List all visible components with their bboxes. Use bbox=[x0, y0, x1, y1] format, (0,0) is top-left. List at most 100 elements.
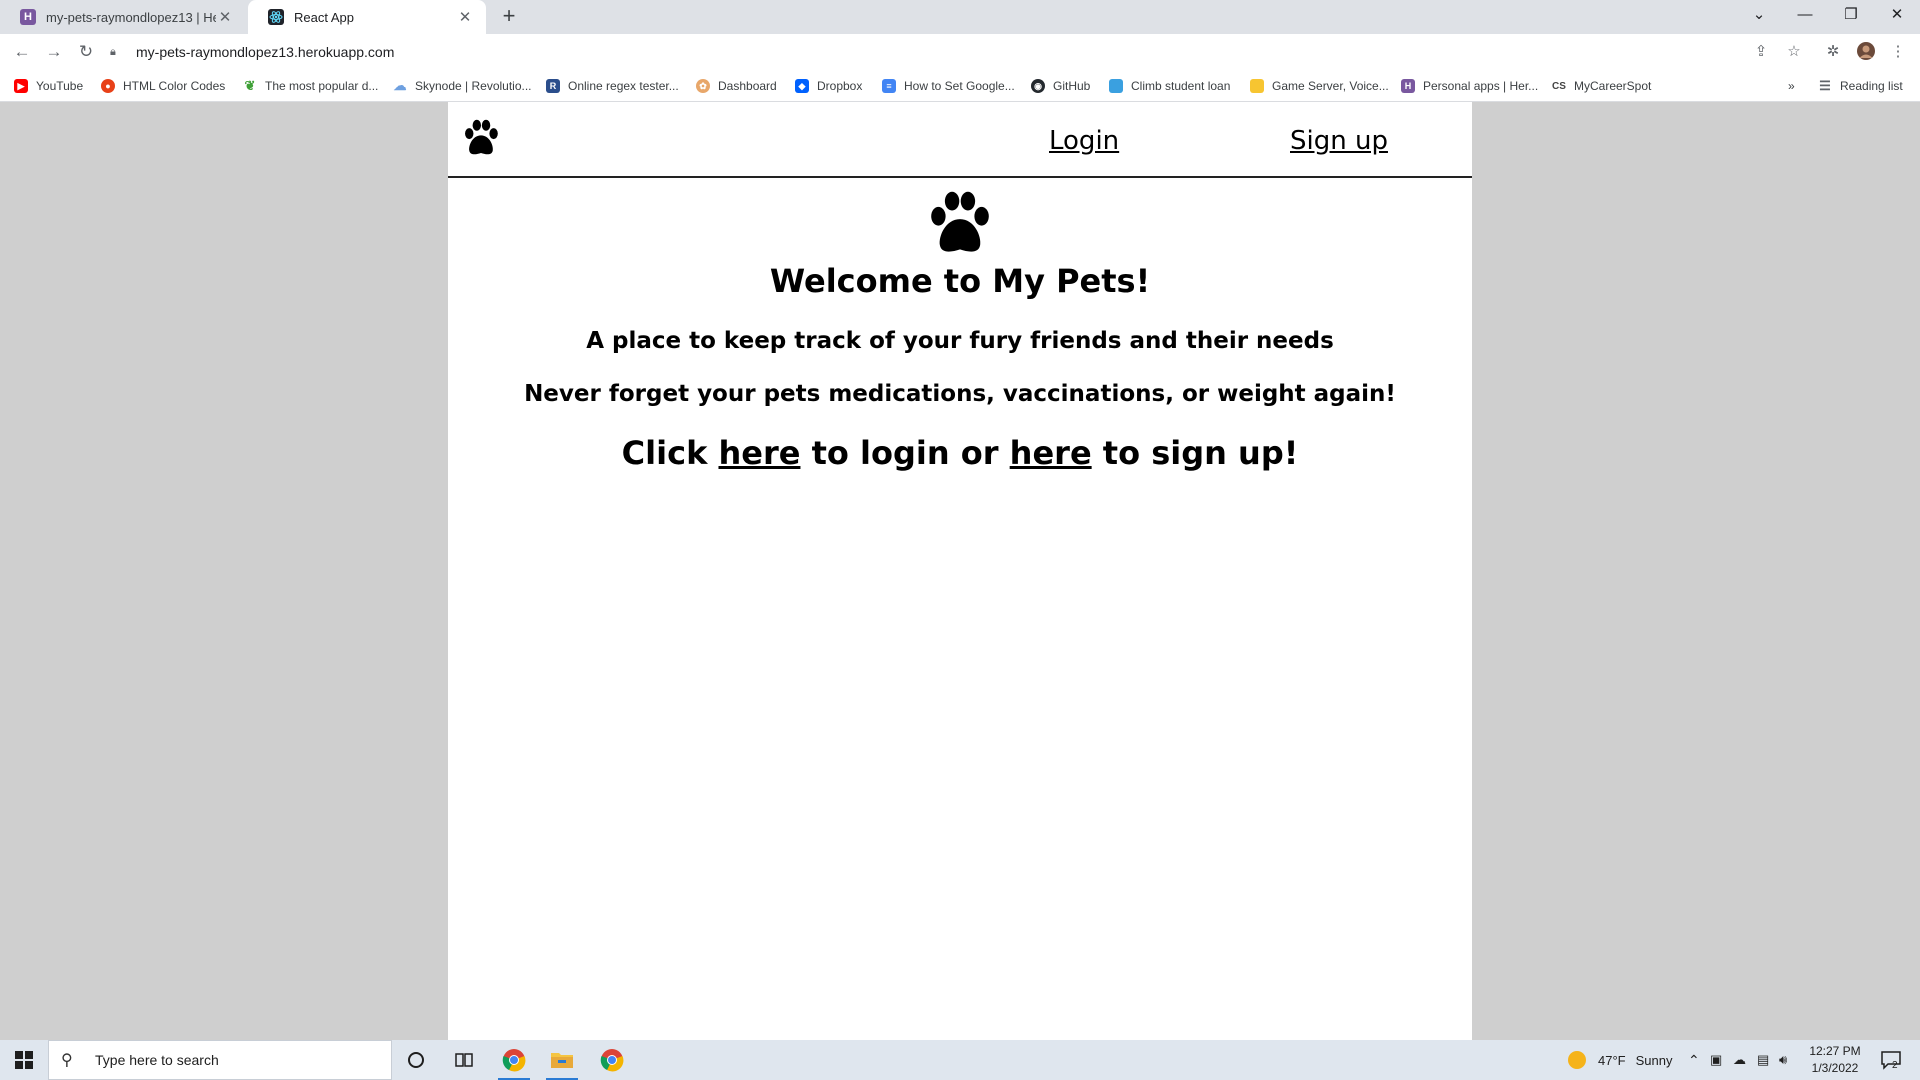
heroku-icon: H bbox=[20, 9, 36, 25]
browser-toolbar: ← → ↻ 🔒︎ my-pets-raymondlopez13.herokuap… bbox=[0, 34, 1920, 70]
weather-widget[interactable]: 47°F Sunny bbox=[1568, 1040, 1672, 1080]
bookmark-label: Game Server, Voice... bbox=[1272, 79, 1389, 93]
regex-icon: R bbox=[546, 79, 560, 93]
reading-list-icon: ☰ bbox=[1819, 78, 1831, 93]
avatar[interactable] bbox=[1856, 42, 1876, 62]
bookmarks-bar: ▶ YouTube ● HTML Color Codes ❦ The most pop… bbox=[0, 70, 1920, 102]
bookmark-regex-tester[interactable]: R Online regex tester... bbox=[546, 77, 679, 95]
network-icon[interactable]: ▤ bbox=[1757, 1040, 1769, 1080]
sun-icon bbox=[1568, 1051, 1586, 1069]
login-link[interactable]: Login bbox=[1049, 126, 1119, 156]
paw-logo-icon[interactable] bbox=[460, 116, 502, 158]
dashboard-icon: ✿ bbox=[696, 79, 710, 93]
clock-date: 1/3/2022 bbox=[1811, 1061, 1859, 1075]
bookmarks-overflow-icon[interactable]: » bbox=[1788, 77, 1795, 95]
bookmark-github[interactable]: ◉ GitHub bbox=[1031, 77, 1090, 95]
app-header: Login Sign up bbox=[448, 102, 1472, 178]
call-to-action: Click here to login or here to sign up! bbox=[448, 434, 1472, 472]
restore-icon[interactable]: ❐ bbox=[1828, 0, 1874, 30]
tab-react-app[interactable]: React App ✕ bbox=[248, 0, 486, 34]
menu-icon[interactable]: ⋮ bbox=[1888, 42, 1908, 62]
bookmark-mycareerspot[interactable]: CS MyCareerSpot bbox=[1552, 77, 1651, 95]
reload-icon[interactable]: ↻ bbox=[74, 40, 98, 64]
leaf-icon: ❦ bbox=[244, 78, 256, 93]
onedrive-icon[interactable]: ☁ bbox=[1733, 1040, 1746, 1080]
windows-start-icon[interactable] bbox=[0, 1040, 48, 1080]
tab-strip: H my-pets-raymondlopez13 | Hero ✕ React … bbox=[0, 0, 1920, 34]
signup-link[interactable]: Sign up bbox=[1290, 126, 1388, 156]
reading-list-label: Reading list bbox=[1840, 79, 1903, 93]
clock[interactable]: 12:27 PM 1/3/2022 bbox=[1796, 1043, 1874, 1077]
bookmark-label: Skynode | Revolutio... bbox=[415, 79, 532, 93]
url-text: my-pets-raymondlopez13.herokuapp.com bbox=[136, 44, 395, 60]
volume-icon[interactable]: 🔊︎ bbox=[1779, 1040, 1787, 1080]
subtitle-tagline: A place to keep track of your fury frien… bbox=[586, 328, 1334, 354]
minimize-icon[interactable]: — bbox=[1782, 0, 1828, 30]
task-view-icon[interactable] bbox=[440, 1040, 488, 1080]
signup-here-link[interactable]: here bbox=[1010, 434, 1092, 472]
new-tab-button[interactable]: + bbox=[496, 4, 522, 30]
bookmark-google-howto[interactable]: ≡ How to Set Google... bbox=[882, 77, 1015, 95]
heroku-icon: H bbox=[1401, 79, 1415, 93]
github-icon: ◉ bbox=[1031, 79, 1045, 93]
cta-suffix: to sign up! bbox=[1091, 434, 1299, 472]
address-bar[interactable]: 🔒︎ my-pets-raymondlopez13.herokuapp.com bbox=[110, 37, 1790, 67]
climb-icon bbox=[1109, 79, 1123, 93]
tab-title: my-pets-raymondlopez13 | Hero bbox=[46, 9, 216, 25]
chrome-taskbar-icon[interactable] bbox=[490, 1040, 538, 1080]
notification-count: 2 bbox=[1892, 1060, 1898, 1071]
dropbox-icon: ◆ bbox=[795, 79, 809, 93]
app-container: Login Sign up Welcome to My Pets! A plac… bbox=[448, 102, 1472, 1040]
bookmark-label: The most popular d... bbox=[265, 79, 379, 93]
login-here-link[interactable]: here bbox=[718, 434, 800, 472]
share-icon[interactable]: ⇪ bbox=[1751, 42, 1771, 62]
tab-search-icon[interactable]: ⌄ bbox=[1736, 0, 1782, 30]
bookmark-dashboard[interactable]: ✿ Dashboard bbox=[696, 77, 777, 95]
youtube-icon: ▶ bbox=[14, 79, 28, 93]
search-placeholder: Type here to search bbox=[95, 1052, 219, 1068]
weather-desc: Sunny bbox=[1635, 1052, 1673, 1068]
bookmark-label: How to Set Google... bbox=[904, 79, 1015, 93]
subtitle-reminder: Never forget your pets medications, vacc… bbox=[524, 381, 1396, 407]
meet-now-icon[interactable]: ▣ bbox=[1710, 1040, 1722, 1080]
tab-heroku[interactable]: H my-pets-raymondlopez13 | Hero ✕ bbox=[0, 0, 246, 34]
file-explorer-icon[interactable] bbox=[538, 1040, 586, 1080]
tray-overflow-icon[interactable]: ⌃ bbox=[1688, 1040, 1700, 1080]
close-icon[interactable]: ✕ bbox=[456, 8, 474, 26]
bookmark-label: GitHub bbox=[1053, 79, 1091, 93]
bookmark-climb[interactable]: Climb student loan bbox=[1109, 77, 1230, 95]
window-close-icon[interactable]: ✕ bbox=[1874, 0, 1920, 30]
bookmark-most-popular[interactable]: ❦ The most popular d... bbox=[243, 77, 379, 95]
cloud-icon: ☁ bbox=[393, 78, 407, 93]
clock-time: 12:27 PM bbox=[1809, 1044, 1861, 1058]
taskbar-search-input[interactable]: ⚲ Type here to search bbox=[48, 1040, 392, 1080]
game-icon bbox=[1250, 79, 1264, 93]
color-icon: ● bbox=[101, 79, 115, 93]
notifications-icon[interactable]: 2 bbox=[1880, 1040, 1902, 1080]
bookmark-label: Personal apps | Her... bbox=[1423, 79, 1539, 93]
page-viewport: Login Sign up Welcome to My Pets! A plac… bbox=[0, 102, 1920, 1040]
chrome-profile-taskbar-icon[interactable] bbox=[588, 1040, 636, 1080]
extensions-icon[interactable]: ✲ bbox=[1823, 42, 1843, 62]
back-icon[interactable]: ← bbox=[10, 40, 34, 64]
bookmark-label: YouTube bbox=[36, 79, 84, 93]
bookmark-dropbox[interactable]: ◆ Dropbox bbox=[795, 77, 862, 95]
bookmark-game-server[interactable]: Game Server, Voice... bbox=[1250, 77, 1389, 95]
bookmark-label: Dropbox bbox=[817, 79, 863, 93]
bookmark-personal-apps[interactable]: H Personal apps | Her... bbox=[1401, 77, 1538, 95]
tab-title: React App bbox=[294, 9, 354, 25]
bookmark-label: Climb student loan bbox=[1131, 79, 1231, 93]
forward-icon[interactable]: → bbox=[42, 40, 66, 64]
bookmark-skynode[interactable]: ☁ Skynode | Revolutio... bbox=[393, 77, 532, 95]
bookmark-label: MyCareerSpot bbox=[1574, 79, 1652, 93]
doc-icon: ≡ bbox=[882, 79, 896, 93]
bookmark-html-color-codes[interactable]: ● HTML Color Codes bbox=[101, 77, 225, 95]
react-icon bbox=[268, 9, 284, 25]
bookmark-label: Dashboard bbox=[718, 79, 777, 93]
bookmark-youtube[interactable]: ▶ YouTube bbox=[14, 77, 83, 95]
close-icon[interactable]: ✕ bbox=[216, 8, 234, 26]
star-icon[interactable]: ☆ bbox=[1784, 42, 1804, 62]
weather-temp: 47°F bbox=[1598, 1052, 1626, 1068]
reading-list-button[interactable]: ☰ Reading list bbox=[1818, 77, 1903, 95]
cortana-icon[interactable] bbox=[392, 1040, 440, 1080]
